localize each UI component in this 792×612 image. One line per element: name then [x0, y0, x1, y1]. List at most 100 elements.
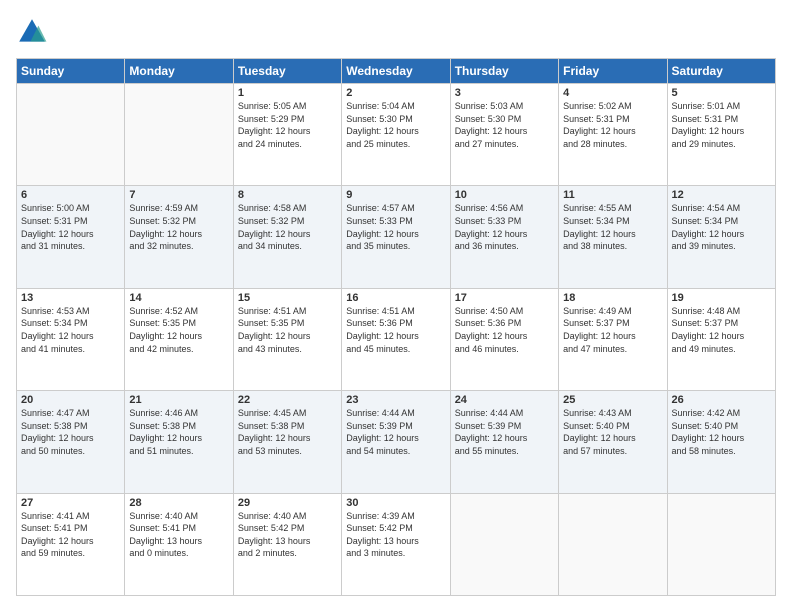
- day-number: 11: [563, 189, 662, 201]
- day-info: Sunrise: 4:43 AM Sunset: 5:40 PM Dayligh…: [563, 407, 662, 457]
- day-info: Sunrise: 4:47 AM Sunset: 5:38 PM Dayligh…: [21, 407, 120, 457]
- day-number: 2: [346, 87, 445, 99]
- page: SundayMondayTuesdayWednesdayThursdayFrid…: [0, 0, 792, 612]
- weekday-header-friday: Friday: [559, 59, 667, 84]
- calendar-week-row: 20Sunrise: 4:47 AM Sunset: 5:38 PM Dayli…: [17, 391, 776, 493]
- day-number: 27: [21, 497, 120, 509]
- calendar-cell: 11Sunrise: 4:55 AM Sunset: 5:34 PM Dayli…: [559, 186, 667, 288]
- day-number: 20: [21, 394, 120, 406]
- day-number: 12: [672, 189, 771, 201]
- weekday-header-thursday: Thursday: [450, 59, 558, 84]
- calendar-cell: 29Sunrise: 4:40 AM Sunset: 5:42 PM Dayli…: [233, 493, 341, 595]
- day-info: Sunrise: 4:44 AM Sunset: 5:39 PM Dayligh…: [455, 407, 554, 457]
- calendar-cell: 3Sunrise: 5:03 AM Sunset: 5:30 PM Daylig…: [450, 84, 558, 186]
- calendar-cell: [667, 493, 775, 595]
- calendar-cell: 15Sunrise: 4:51 AM Sunset: 5:35 PM Dayli…: [233, 288, 341, 390]
- day-number: 21: [129, 394, 228, 406]
- day-info: Sunrise: 4:55 AM Sunset: 5:34 PM Dayligh…: [563, 202, 662, 252]
- calendar-cell: 12Sunrise: 4:54 AM Sunset: 5:34 PM Dayli…: [667, 186, 775, 288]
- calendar-cell: 25Sunrise: 4:43 AM Sunset: 5:40 PM Dayli…: [559, 391, 667, 493]
- calendar-cell: [559, 493, 667, 595]
- day-info: Sunrise: 4:59 AM Sunset: 5:32 PM Dayligh…: [129, 202, 228, 252]
- day-number: 18: [563, 292, 662, 304]
- calendar-week-row: 27Sunrise: 4:41 AM Sunset: 5:41 PM Dayli…: [17, 493, 776, 595]
- day-number: 16: [346, 292, 445, 304]
- calendar-cell: 20Sunrise: 4:47 AM Sunset: 5:38 PM Dayli…: [17, 391, 125, 493]
- calendar-cell: 22Sunrise: 4:45 AM Sunset: 5:38 PM Dayli…: [233, 391, 341, 493]
- day-number: 15: [238, 292, 337, 304]
- day-info: Sunrise: 4:54 AM Sunset: 5:34 PM Dayligh…: [672, 202, 771, 252]
- day-number: 22: [238, 394, 337, 406]
- day-info: Sunrise: 4:40 AM Sunset: 5:41 PM Dayligh…: [129, 510, 228, 560]
- day-info: Sunrise: 4:42 AM Sunset: 5:40 PM Dayligh…: [672, 407, 771, 457]
- day-number: 28: [129, 497, 228, 509]
- header: [16, 16, 776, 48]
- logo: [16, 16, 52, 48]
- day-number: 13: [21, 292, 120, 304]
- weekday-header-wednesday: Wednesday: [342, 59, 450, 84]
- day-number: 5: [672, 87, 771, 99]
- day-info: Sunrise: 4:57 AM Sunset: 5:33 PM Dayligh…: [346, 202, 445, 252]
- day-number: 29: [238, 497, 337, 509]
- calendar-cell: [450, 493, 558, 595]
- day-info: Sunrise: 4:48 AM Sunset: 5:37 PM Dayligh…: [672, 305, 771, 355]
- day-number: 3: [455, 87, 554, 99]
- day-number: 26: [672, 394, 771, 406]
- day-info: Sunrise: 5:00 AM Sunset: 5:31 PM Dayligh…: [21, 202, 120, 252]
- calendar-week-row: 6Sunrise: 5:00 AM Sunset: 5:31 PM Daylig…: [17, 186, 776, 288]
- day-number: 25: [563, 394, 662, 406]
- calendar-cell: 27Sunrise: 4:41 AM Sunset: 5:41 PM Dayli…: [17, 493, 125, 595]
- calendar-cell: 21Sunrise: 4:46 AM Sunset: 5:38 PM Dayli…: [125, 391, 233, 493]
- day-info: Sunrise: 4:41 AM Sunset: 5:41 PM Dayligh…: [21, 510, 120, 560]
- day-info: Sunrise: 4:58 AM Sunset: 5:32 PM Dayligh…: [238, 202, 337, 252]
- calendar-week-row: 13Sunrise: 4:53 AM Sunset: 5:34 PM Dayli…: [17, 288, 776, 390]
- calendar-cell: [17, 84, 125, 186]
- calendar-week-row: 1Sunrise: 5:05 AM Sunset: 5:29 PM Daylig…: [17, 84, 776, 186]
- calendar-cell: 4Sunrise: 5:02 AM Sunset: 5:31 PM Daylig…: [559, 84, 667, 186]
- day-number: 19: [672, 292, 771, 304]
- day-info: Sunrise: 5:01 AM Sunset: 5:31 PM Dayligh…: [672, 100, 771, 150]
- day-number: 6: [21, 189, 120, 201]
- day-number: 1: [238, 87, 337, 99]
- day-info: Sunrise: 4:53 AM Sunset: 5:34 PM Dayligh…: [21, 305, 120, 355]
- day-info: Sunrise: 5:04 AM Sunset: 5:30 PM Dayligh…: [346, 100, 445, 150]
- calendar-cell: 16Sunrise: 4:51 AM Sunset: 5:36 PM Dayli…: [342, 288, 450, 390]
- day-number: 30: [346, 497, 445, 509]
- calendar-cell: 26Sunrise: 4:42 AM Sunset: 5:40 PM Dayli…: [667, 391, 775, 493]
- calendar-cell: 6Sunrise: 5:00 AM Sunset: 5:31 PM Daylig…: [17, 186, 125, 288]
- calendar-table: SundayMondayTuesdayWednesdayThursdayFrid…: [16, 58, 776, 596]
- day-info: Sunrise: 4:52 AM Sunset: 5:35 PM Dayligh…: [129, 305, 228, 355]
- day-number: 10: [455, 189, 554, 201]
- day-info: Sunrise: 4:51 AM Sunset: 5:36 PM Dayligh…: [346, 305, 445, 355]
- calendar-cell: 1Sunrise: 5:05 AM Sunset: 5:29 PM Daylig…: [233, 84, 341, 186]
- calendar-cell: 30Sunrise: 4:39 AM Sunset: 5:42 PM Dayli…: [342, 493, 450, 595]
- calendar-cell: 19Sunrise: 4:48 AM Sunset: 5:37 PM Dayli…: [667, 288, 775, 390]
- day-info: Sunrise: 4:45 AM Sunset: 5:38 PM Dayligh…: [238, 407, 337, 457]
- calendar-cell: 18Sunrise: 4:49 AM Sunset: 5:37 PM Dayli…: [559, 288, 667, 390]
- calendar-cell: 7Sunrise: 4:59 AM Sunset: 5:32 PM Daylig…: [125, 186, 233, 288]
- weekday-header-tuesday: Tuesday: [233, 59, 341, 84]
- calendar-cell: 8Sunrise: 4:58 AM Sunset: 5:32 PM Daylig…: [233, 186, 341, 288]
- day-info: Sunrise: 4:44 AM Sunset: 5:39 PM Dayligh…: [346, 407, 445, 457]
- calendar-cell: [125, 84, 233, 186]
- day-number: 4: [563, 87, 662, 99]
- weekday-header-sunday: Sunday: [17, 59, 125, 84]
- calendar-header-row: SundayMondayTuesdayWednesdayThursdayFrid…: [17, 59, 776, 84]
- calendar-cell: 2Sunrise: 5:04 AM Sunset: 5:30 PM Daylig…: [342, 84, 450, 186]
- calendar-cell: 14Sunrise: 4:52 AM Sunset: 5:35 PM Dayli…: [125, 288, 233, 390]
- day-number: 24: [455, 394, 554, 406]
- day-number: 8: [238, 189, 337, 201]
- calendar-cell: 24Sunrise: 4:44 AM Sunset: 5:39 PM Dayli…: [450, 391, 558, 493]
- day-info: Sunrise: 4:39 AM Sunset: 5:42 PM Dayligh…: [346, 510, 445, 560]
- day-info: Sunrise: 5:05 AM Sunset: 5:29 PM Dayligh…: [238, 100, 337, 150]
- day-info: Sunrise: 5:03 AM Sunset: 5:30 PM Dayligh…: [455, 100, 554, 150]
- day-number: 23: [346, 394, 445, 406]
- day-number: 14: [129, 292, 228, 304]
- calendar-cell: 17Sunrise: 4:50 AM Sunset: 5:36 PM Dayli…: [450, 288, 558, 390]
- calendar-cell: 5Sunrise: 5:01 AM Sunset: 5:31 PM Daylig…: [667, 84, 775, 186]
- calendar-cell: 13Sunrise: 4:53 AM Sunset: 5:34 PM Dayli…: [17, 288, 125, 390]
- calendar-cell: 10Sunrise: 4:56 AM Sunset: 5:33 PM Dayli…: [450, 186, 558, 288]
- day-info: Sunrise: 4:56 AM Sunset: 5:33 PM Dayligh…: [455, 202, 554, 252]
- day-info: Sunrise: 4:51 AM Sunset: 5:35 PM Dayligh…: [238, 305, 337, 355]
- day-number: 9: [346, 189, 445, 201]
